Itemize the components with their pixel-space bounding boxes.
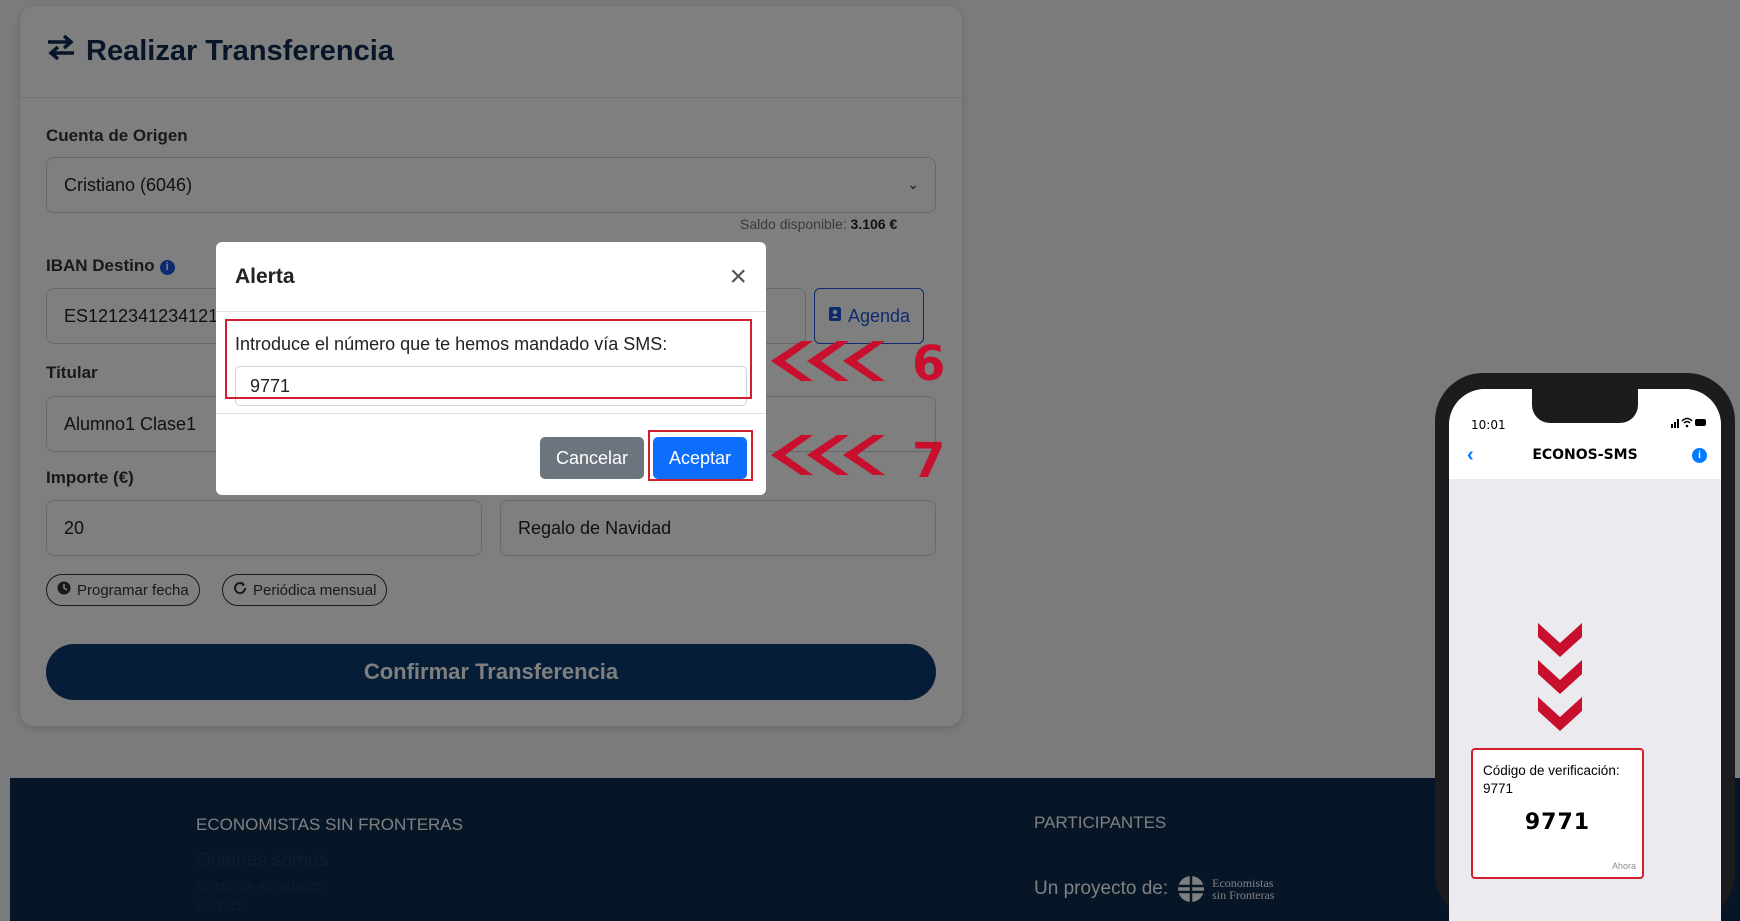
cancel-button[interactable]: Cancelar <box>540 437 644 479</box>
sms-code: 9771 <box>1524 810 1591 835</box>
step-7-label: 7 <box>912 433 946 489</box>
sms-timestamp: Ahora <box>1611 861 1636 871</box>
sms-text: Código de verificación: 9771 <box>1483 763 1620 796</box>
close-icon[interactable]: × <box>729 261 747 292</box>
sms-message-bubble: Código de verificación: 9771 9771 Ahora <box>1471 748 1644 879</box>
phone-topbar: 10:01 ‹ ECONOS-SMS i <box>1449 389 1721 479</box>
step-6-label: 6 <box>912 336 946 392</box>
highlight-sms-input <box>225 319 752 399</box>
left-arrows-icon <box>771 435 887 475</box>
signal-wifi-battery-icon <box>1671 416 1707 431</box>
sms-contact-name: ECONOS-SMS <box>1532 447 1638 463</box>
phone-screen: 10:01 ‹ ECONOS-SMS i Código de verificac… <box>1449 389 1721 921</box>
modal-header: Alerta × <box>216 242 766 312</box>
info-icon[interactable]: i <box>1692 448 1707 463</box>
left-arrows-icon <box>771 341 887 381</box>
modal-title: Alerta <box>235 264 295 288</box>
highlight-accept-button <box>648 430 753 481</box>
phone-time: 10:01 <box>1471 418 1506 432</box>
phone-notch <box>1532 389 1638 423</box>
phone-mockup: 10:01 ‹ ECONOS-SMS i Código de verificac… <box>1435 373 1735 921</box>
down-arrows-icon <box>1538 623 1582 740</box>
